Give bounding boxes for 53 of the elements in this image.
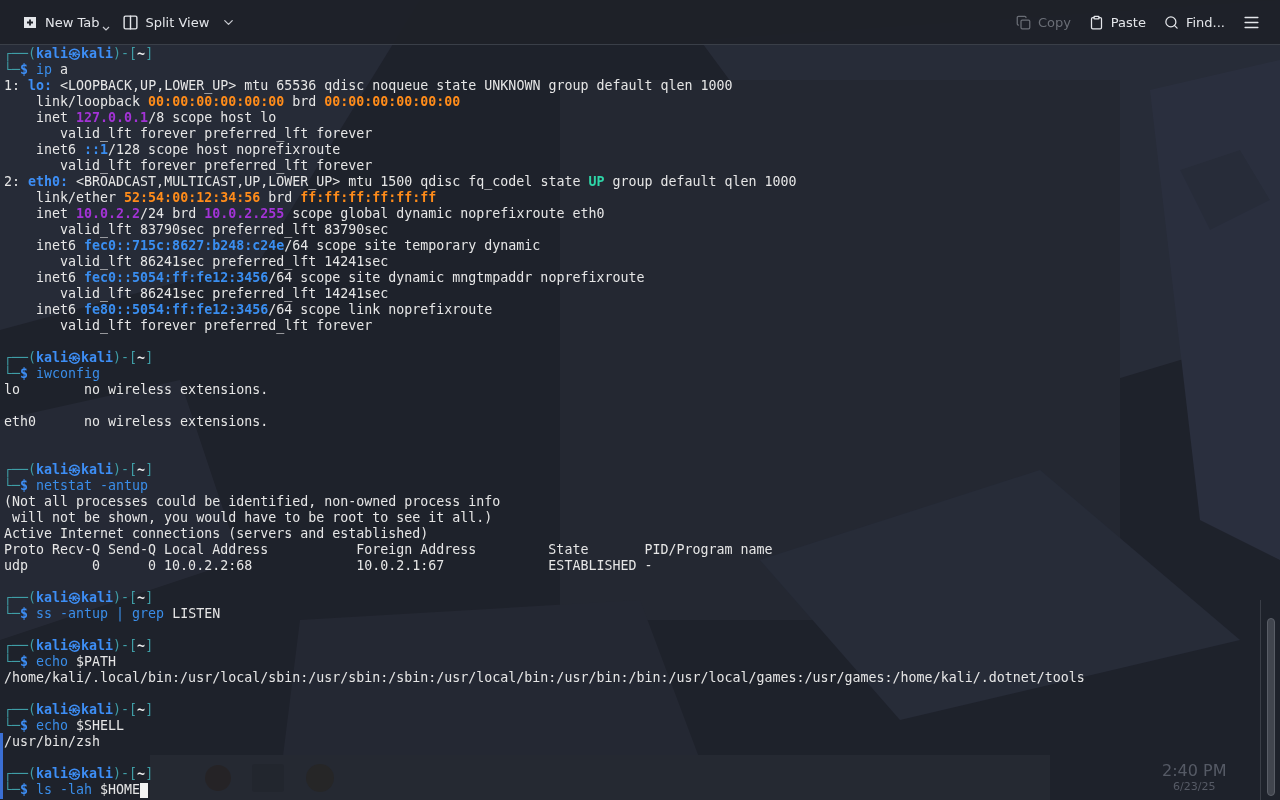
caret-icon[interactable] (101, 26, 110, 31)
toolbar-button[interactable]: Find... (1157, 10, 1231, 34)
terminal-line: link/loopback 00:00:00:00:00:00 brd 00:00:00:00:00:00 (35, 94, 461, 110)
terminal-line: inet6 fec0::715c:8627:b248:c24e/64 scope site temporary dynamic (35, 238, 541, 254)
copy-icon (1015, 14, 1031, 30)
terminal-line: └─$ echo $PATH (4, 654, 117, 670)
terminal-line: Proto Recv-Q Send-Q Local Address Foreign Address State PID/Program name (4, 542, 773, 558)
terminal-line: /usr/bin/zsh (4, 734, 101, 750)
terminal-line: ┌──(kali㉿kali)-[~] (4, 46, 154, 62)
terminal-line: └─$ echo $SHELL (4, 718, 125, 734)
terminal-line: Active Internet connections (servers and established) (4, 526, 429, 542)
terminal-line: valid_lft 83790sec preferred_lft 83790sec (59, 222, 389, 238)
terminal-line: valid_lft forever preferred_lft forever (59, 126, 373, 142)
terminal-line: ┌──(kali㉿kali)-[~] (4, 702, 154, 718)
terminal-line: ┌──(kali㉿kali)-[~] (4, 462, 154, 478)
terminal-line: └─$ iwconfig (4, 366, 101, 382)
terminal-line: └─$ netstat -antup (4, 478, 149, 494)
terminal-line: └─$ ls -lah $HOME (4, 782, 141, 798)
terminal-line: inet 10.0.2.2/24 brd 10.0.2.255 scope global dynamic noprefixroute eth0 (35, 206, 605, 222)
line-marker (0, 733, 3, 799)
terminal-line: ┌──(kali㉿kali)-[~] (4, 766, 154, 782)
terminal-line: udp 0 0 10.0.2.2:68 10.0.2.1:67 ESTABLISHED - (4, 558, 653, 574)
terminal-line: └─$ ip a (4, 62, 69, 78)
terminal-line: 1: lo: <LOOPBACK,UP,LOWER_UP> mtu 65536 qdisc noqueue state UNKNOWN group default qlen 1000 (4, 78, 733, 94)
search-icon (1163, 14, 1179, 30)
terminal-line: ┌──(kali㉿kali)-[~] (4, 350, 154, 366)
terminal-line: 2: eth0: <BROADCAST,MULTICAST,UP,LOWER_UP> mtu 1500 qdisc fq_codel state UP group default qlen 1000 (4, 174, 797, 190)
new-tab-button[interactable]: New Tab (16, 10, 106, 34)
terminal-line: valid_lft 86241sec preferred_lft 14241sec (59, 286, 389, 302)
toolbar-button[interactable]: Paste (1082, 10, 1152, 34)
terminal-line: └─$ ss -antup | grep LISTEN (4, 606, 221, 622)
terminal-line: /home/kali/.local/bin:/usr/local/sbin:/usr/sbin:/sbin:/usr/local/bin:/usr/bin:/bin:/usr/local/games:/usr/games:/home/kali/.dotnet/tools (4, 670, 1085, 686)
terminal-line: link/ether 52:54:00:12:34:56 brd ff:ff:ff:ff:ff:ff (35, 190, 437, 206)
terminal-line: eth0 no wireless extensions. (4, 414, 269, 430)
terminal-line: valid_lft forever preferred_lft forever (59, 318, 373, 334)
clock-time: 2:40 PM (1162, 762, 1227, 780)
terminal-line: lo no wireless extensions. (4, 382, 269, 398)
terminal-line: inet6 ::1/128 scope host noprefixroute (35, 142, 341, 158)
terminal-line: inet 127.0.0.1/8 scope host lo (35, 110, 277, 126)
paste-icon (1088, 14, 1104, 30)
terminal-line: ┌──(kali㉿kali)-[~] (4, 590, 154, 606)
terminal-line: inet6 fec0::5054:ff:fe12:3456/64 scope site dynamic mngtmpaddr noprefixroute (35, 270, 645, 286)
new-tab-icon (22, 14, 38, 30)
terminal-line: will not be shown, you would have to be root to see it all.) (11, 510, 493, 526)
split-view-icon (121, 13, 139, 31)
clock-date: 6/23/25 (1173, 780, 1216, 793)
terminal-line: valid_lft 86241sec preferred_lft 14241sec (59, 254, 389, 270)
scrollbar-thumb[interactable] (1267, 618, 1275, 796)
split-view-button[interactable]: Split View (115, 9, 216, 35)
terminal-line: inet6 fe80::5054:ff:fe12:3456/64 scope link noprefixroute (35, 302, 493, 318)
terminal-line: ┌──(kali㉿kali)-[~] (4, 638, 154, 654)
terminal-line: valid_lft forever preferred_lft forever (59, 158, 373, 174)
terminal-line: (Not all processes could be identified, non-owned process info (4, 494, 501, 510)
